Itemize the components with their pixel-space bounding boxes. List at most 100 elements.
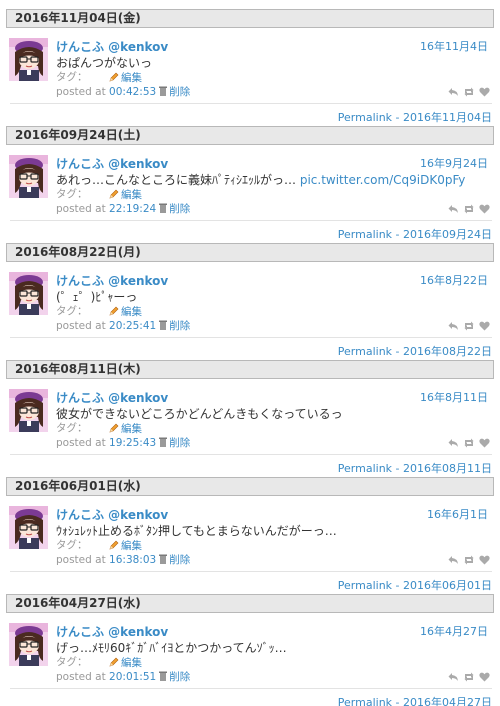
trash-icon bbox=[159, 203, 168, 216]
tag-label: タグ： bbox=[56, 71, 88, 83]
favorite-icon[interactable] bbox=[479, 438, 490, 448]
tweet-text: 彼女ができないどころかどんどんきもくなっているっ bbox=[56, 405, 486, 422]
retweet-icon[interactable] bbox=[463, 672, 475, 682]
retweet-icon[interactable] bbox=[463, 204, 475, 214]
edit-tag-button[interactable]: 編集 bbox=[109, 304, 142, 319]
tweet-text-body: (゜ｪ゜)ﾋﾟｬーっ bbox=[56, 290, 138, 304]
day-header: 2016年09月24日(土) bbox=[6, 126, 494, 145]
delete-button[interactable]: 削除 bbox=[169, 203, 190, 215]
posted-row: posted at 20:01:51 削除 bbox=[56, 669, 190, 684]
trash-icon bbox=[159, 671, 168, 684]
favorite-icon[interactable] bbox=[479, 555, 490, 565]
posted-at-label: posted at bbox=[56, 320, 106, 332]
day-header: 2016年08月22日(月) bbox=[6, 243, 494, 262]
day-section: 2016年11月04日(金) けんこふ @kenkov 16年11月4日 おぱん… bbox=[0, 9, 500, 126]
posted-time-link[interactable]: 19:25:43 bbox=[109, 437, 156, 449]
edit-tag-button[interactable]: 編集 bbox=[109, 538, 142, 553]
retweet-icon[interactable] bbox=[463, 555, 475, 565]
permalink[interactable]: Permalink - 2016年04月27日 bbox=[338, 694, 492, 706]
avatar[interactable] bbox=[9, 506, 48, 549]
posted-at-label: posted at bbox=[56, 437, 106, 449]
avatar[interactable] bbox=[9, 155, 48, 198]
posted-row: posted at 20:25:41 削除 bbox=[56, 318, 190, 333]
permalink[interactable]: Permalink - 2016年08月11日 bbox=[338, 460, 492, 476]
retweet-icon[interactable] bbox=[463, 87, 475, 97]
tag-row: タグ： 編集 bbox=[56, 186, 142, 201]
delete-button[interactable]: 削除 bbox=[169, 437, 190, 449]
favorite-icon[interactable] bbox=[479, 204, 490, 214]
tweet-media-link[interactable]: pic.twitter.com/Cq9iDK0pFy bbox=[300, 173, 466, 187]
posted-time-link[interactable]: 22:19:24 bbox=[109, 203, 156, 215]
posted-time-link[interactable]: 20:01:51 bbox=[109, 671, 156, 683]
retweet-icon[interactable] bbox=[463, 438, 475, 448]
reply-icon[interactable] bbox=[448, 555, 459, 565]
permalink[interactable]: Permalink - 2016年09月24日 bbox=[338, 226, 492, 242]
tweet-actions bbox=[448, 320, 490, 332]
tweet-text: げっ…ﾒﾓﾘ60ｷﾞｶﾞﾊﾞｲﾖとかつかってんｿﾞｯ… bbox=[56, 639, 486, 656]
edit-label: 編集 bbox=[121, 72, 142, 84]
reply-icon[interactable] bbox=[448, 438, 459, 448]
retweet-icon[interactable] bbox=[463, 321, 475, 331]
permalink[interactable]: Permalink - 2016年08月22日 bbox=[338, 343, 492, 359]
tweet-actions bbox=[448, 437, 490, 449]
delete-button[interactable]: 削除 bbox=[169, 86, 190, 98]
edit-label: 編集 bbox=[121, 657, 142, 669]
divider bbox=[10, 220, 492, 221]
tag-row: タグ： 編集 bbox=[56, 303, 142, 318]
reply-icon[interactable] bbox=[448, 87, 459, 97]
delete-button[interactable]: 削除 bbox=[169, 671, 190, 683]
tweet-text: おぱんつがないっ bbox=[56, 54, 486, 71]
day-section: 2016年08月22日(月) けんこふ @kenkov 16年8月22日 (゜ｪ… bbox=[0, 243, 500, 360]
favorite-icon[interactable] bbox=[479, 672, 490, 682]
tag-label: タグ： bbox=[56, 422, 88, 434]
tweet-date-link[interactable]: 16年4月27日 bbox=[420, 623, 488, 639]
edit-tag-button[interactable]: 編集 bbox=[109, 70, 142, 85]
avatar[interactable] bbox=[9, 272, 48, 315]
user-name[interactable]: けんこふ @kenkov bbox=[56, 38, 168, 55]
reply-icon[interactable] bbox=[448, 321, 459, 331]
edit-label: 編集 bbox=[121, 306, 142, 318]
trash-icon bbox=[159, 86, 168, 99]
tweet-text: (゜ｪ゜)ﾋﾟｬーっ bbox=[56, 288, 486, 305]
posted-row: posted at 22:19:24 削除 bbox=[56, 201, 190, 216]
edit-tag-button[interactable]: 編集 bbox=[109, 421, 142, 436]
tweet-date-link[interactable]: 16年6月1日 bbox=[427, 506, 488, 522]
tweet-date-link[interactable]: 16年9月24日 bbox=[420, 155, 488, 171]
day-section: 2016年04月27日(水) けんこふ @kenkov 16年4月27日 げっ…… bbox=[0, 594, 500, 706]
favorite-icon[interactable] bbox=[479, 321, 490, 331]
reply-icon[interactable] bbox=[448, 204, 459, 214]
tag-label: タグ： bbox=[56, 656, 88, 668]
tweet-text: ｳｫｼｭﾚｯﾄ止めるﾎﾞﾀﾝ押してもとまらないんだがーっ… bbox=[56, 522, 486, 539]
permalink[interactable]: Permalink - 2016年11月04日 bbox=[338, 109, 492, 125]
tweet-date-link[interactable]: 16年8月11日 bbox=[420, 389, 488, 405]
tag-label: タグ： bbox=[56, 305, 88, 317]
divider bbox=[10, 103, 492, 104]
posted-time-link[interactable]: 00:42:53 bbox=[109, 86, 156, 98]
tag-row: タグ： 編集 bbox=[56, 69, 142, 84]
edit-tag-button[interactable]: 編集 bbox=[109, 655, 142, 670]
user-name[interactable]: けんこふ @kenkov bbox=[56, 506, 168, 523]
posted-time-link[interactable]: 20:25:41 bbox=[109, 320, 156, 332]
day-section: 2016年06月01日(水) けんこふ @kenkov 16年6月1日 ｳｫｼｭ… bbox=[0, 477, 500, 594]
avatar[interactable] bbox=[9, 623, 48, 666]
day-header: 2016年04月27日(水) bbox=[6, 594, 494, 613]
user-name[interactable]: けんこふ @kenkov bbox=[56, 272, 168, 289]
permalink[interactable]: Permalink - 2016年06月01日 bbox=[338, 577, 492, 593]
day-section: 2016年09月24日(土) けんこふ @kenkov 16年9月24日 あれっ… bbox=[0, 126, 500, 243]
posted-at-label: posted at bbox=[56, 203, 106, 215]
delete-button[interactable]: 削除 bbox=[169, 320, 190, 332]
tweet-date-link[interactable]: 16年8月22日 bbox=[420, 272, 488, 288]
posted-row: posted at 00:42:53 削除 bbox=[56, 84, 190, 99]
reply-icon[interactable] bbox=[448, 672, 459, 682]
delete-button[interactable]: 削除 bbox=[169, 554, 190, 566]
posted-time-link[interactable]: 16:38:03 bbox=[109, 554, 156, 566]
avatar[interactable] bbox=[9, 389, 48, 432]
edit-tag-button[interactable]: 編集 bbox=[109, 187, 142, 202]
user-name[interactable]: けんこふ @kenkov bbox=[56, 389, 168, 406]
avatar[interactable] bbox=[9, 38, 48, 81]
tweet-date-link[interactable]: 16年11月4日 bbox=[420, 38, 488, 54]
favorite-icon[interactable] bbox=[479, 87, 490, 97]
tweet-text-body: あれっ…こんなところに義妹ﾊﾟﾃｨｼｴｯﾙがっ… bbox=[56, 173, 297, 187]
user-name[interactable]: けんこふ @kenkov bbox=[56, 623, 168, 640]
user-name[interactable]: けんこふ @kenkov bbox=[56, 155, 168, 172]
